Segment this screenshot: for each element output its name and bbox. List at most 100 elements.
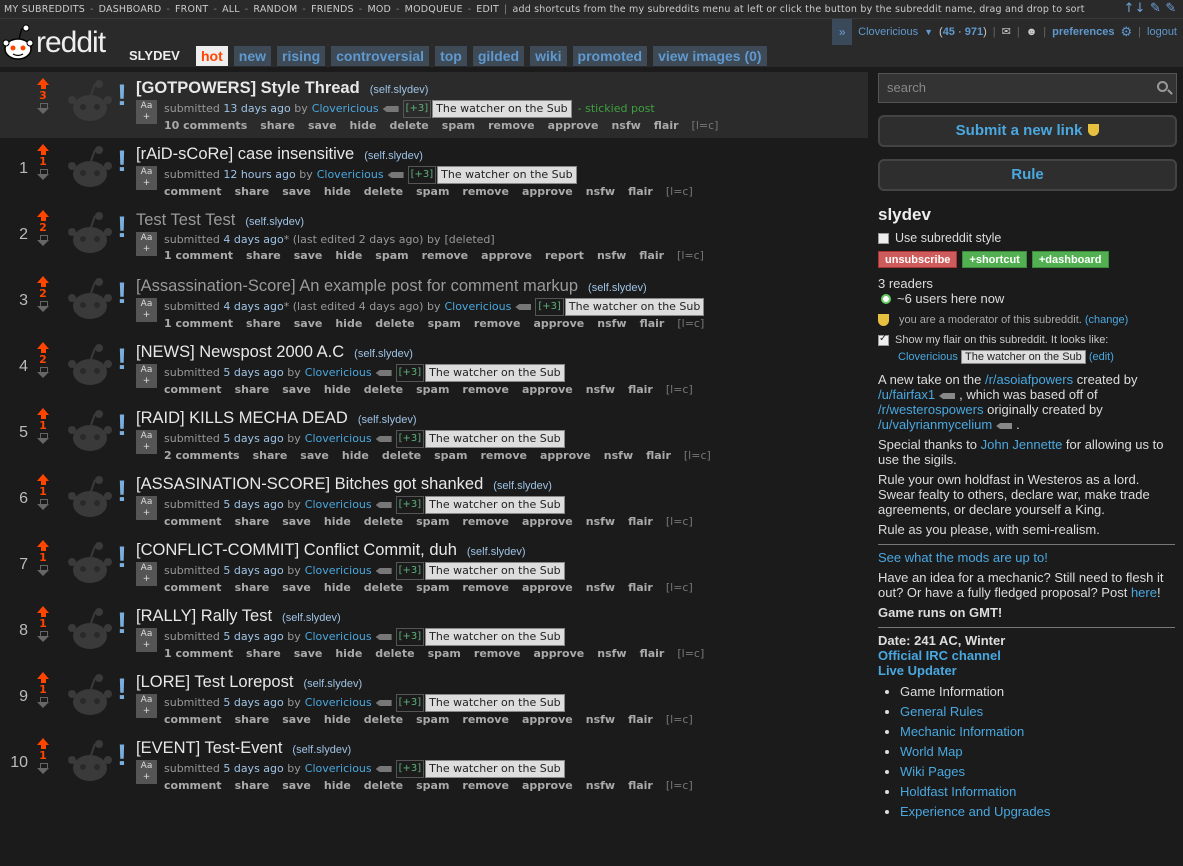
upvote-arrow-icon[interactable]	[35, 408, 51, 419]
expand-text-button[interactable]: Aa +	[136, 496, 157, 520]
post-save-button[interactable]: save	[294, 317, 323, 330]
downvote-arrow-icon[interactable]	[37, 235, 49, 247]
post-hide-button[interactable]: hide	[324, 581, 351, 594]
post-delete-button[interactable]: delete	[364, 383, 403, 396]
chevron-down-icon[interactable]: ▼	[924, 19, 933, 45]
post-author[interactable]: Clovericious	[444, 299, 511, 315]
expand-text-button[interactable]: Aa +	[136, 232, 157, 256]
sidebar-link[interactable]: Wiki Pages	[900, 762, 1175, 782]
post-flair-button[interactable]: flair	[639, 249, 664, 262]
reddit-alien-logo[interactable]	[2, 23, 34, 63]
tab-view[interactable]: view images (0)	[653, 46, 767, 66]
tag-icon[interactable]	[387, 172, 404, 178]
post-nsfw-button[interactable]: nsfw	[597, 647, 626, 660]
post-spam-button[interactable]: spam	[416, 515, 449, 528]
expand-text-button[interactable]: Aa +	[136, 694, 157, 718]
search-input[interactable]: search	[878, 73, 1177, 103]
post-delete-button[interactable]: delete	[364, 515, 403, 528]
post-spam-button[interactable]: spam	[416, 713, 449, 726]
tag-icon[interactable]	[375, 766, 392, 772]
post-approve-button[interactable]: approve	[533, 647, 584, 660]
post-author[interactable]: Clovericious	[305, 431, 372, 447]
post-approve-button[interactable]: approve	[522, 383, 573, 396]
default-thumbnail-icon[interactable]	[66, 606, 114, 654]
post-share-button[interactable]: share	[235, 383, 270, 396]
post-approve-button[interactable]: approve	[540, 449, 591, 462]
post-remove-button[interactable]: remove	[462, 713, 509, 726]
upvote-arrow-icon[interactable]	[35, 606, 51, 617]
post-flair-button[interactable]: flair	[628, 515, 653, 528]
username[interactable]: Clovericious	[858, 19, 918, 45]
irc-link[interactable]: Official IRC channel	[878, 648, 1175, 663]
post-flair-button[interactable]: flair	[628, 581, 653, 594]
sidebar-link[interactable]: Mechanic Information	[900, 722, 1175, 742]
post-author[interactable]: Clovericious	[305, 563, 372, 579]
link-comment-toggle[interactable]: [l=c]	[666, 185, 693, 198]
default-thumbnail-icon[interactable]	[66, 78, 114, 126]
post-flair-button[interactable]: flair	[640, 647, 665, 660]
post-remove-button[interactable]: remove	[488, 119, 535, 132]
default-thumbnail-icon[interactable]	[66, 408, 114, 456]
post-remove-button[interactable]: remove	[462, 779, 509, 792]
tab-hot[interactable]: hot	[196, 46, 228, 66]
change-link[interactable]: (change)	[1085, 314, 1128, 326]
post-author[interactable]: Clovericious	[305, 497, 372, 513]
default-thumbnail-icon[interactable]	[66, 738, 114, 786]
link-comment-toggle[interactable]: [l=c]	[677, 249, 704, 262]
modmail-icon[interactable]: ☻	[1026, 19, 1038, 45]
post-domain[interactable]: (self.slydev)	[588, 282, 647, 294]
preferences-link[interactable]: preferences	[1052, 19, 1114, 45]
tag-icon[interactable]	[996, 423, 1013, 429]
post-approve-button[interactable]: approve	[522, 581, 573, 594]
post-remove-button[interactable]: remove	[422, 249, 469, 262]
post-flair-button[interactable]: flair	[628, 383, 653, 396]
post-nsfw-button[interactable]: nsfw	[604, 449, 633, 462]
post-nsfw-button[interactable]: nsfw	[586, 383, 615, 396]
link-comment-toggle[interactable]: [l=c]	[677, 647, 704, 660]
expand-arrows-icon[interactable]: »	[832, 19, 853, 45]
post-save-button[interactable]: save	[294, 249, 323, 262]
sidebar-link[interactable]: Game Information	[900, 682, 1175, 702]
link-comment-toggle[interactable]: [l=c]	[666, 515, 693, 528]
comments-link[interactable]: 2 comments	[164, 449, 240, 462]
sr-bar-my-subreddits[interactable]: MY SUBREDDITS	[4, 4, 85, 15]
post-flair-button[interactable]: flair	[646, 449, 671, 462]
default-thumbnail-icon[interactable]	[66, 276, 114, 324]
post-save-button[interactable]: save	[282, 713, 311, 726]
post-domain[interactable]: (self.slydev)	[303, 678, 362, 690]
post-save-button[interactable]: save	[282, 779, 311, 792]
post-save-button[interactable]: save	[294, 647, 323, 660]
downvote-arrow-icon[interactable]	[37, 763, 49, 775]
post-approve-button[interactable]: approve	[548, 119, 599, 132]
default-thumbnail-icon[interactable]	[66, 144, 114, 192]
post-title[interactable]: [rAiD-sCoRe] case insensitive (self.slyde…	[136, 144, 868, 166]
tab-rising[interactable]: rising	[277, 46, 326, 66]
post-flair-button[interactable]: flair	[628, 779, 653, 792]
post-author[interactable]: Clovericious	[317, 167, 384, 183]
post-delete-button[interactable]: delete	[389, 119, 428, 132]
tag-icon[interactable]	[382, 106, 399, 112]
tab-top[interactable]: top	[435, 46, 467, 66]
sidebar-link[interactable]: Experience and Upgrades	[900, 802, 1175, 822]
post-delete-button[interactable]: delete	[364, 779, 403, 792]
post-author[interactable]: Clovericious	[305, 695, 372, 711]
link-comment-toggle[interactable]: [l=c]	[666, 713, 693, 726]
post-spam-button[interactable]: spam	[416, 581, 449, 594]
post-spam-button[interactable]: spam	[428, 647, 461, 660]
link-comment-toggle[interactable]: [l=c]	[666, 383, 693, 396]
tag-icon[interactable]	[375, 568, 392, 574]
post-save-button[interactable]: save	[282, 515, 311, 528]
tab-controversial[interactable]: controversial	[331, 46, 430, 66]
post-title[interactable]: Test Test Test (self.slydev)	[136, 210, 868, 232]
post-save-button[interactable]: save	[282, 185, 311, 198]
expand-text-button[interactable]: Aa +	[136, 364, 157, 388]
unsubscribe-button[interactable]: unsubscribe	[878, 251, 958, 268]
post-share-button[interactable]: share	[246, 317, 281, 330]
submit-link-button[interactable]: Submit a new link	[878, 115, 1177, 147]
post-title[interactable]: [EVENT] Test-Event (self.slydev)	[136, 738, 868, 760]
dashboard-button[interactable]: +dashboard	[1031, 251, 1109, 268]
mail-icon[interactable]: ✉	[1002, 19, 1011, 45]
post-domain[interactable]: (self.slydev)	[292, 744, 351, 756]
link-john-jennette[interactable]: John Jennette	[981, 437, 1063, 452]
sr-bar-all[interactable]: ALL	[222, 4, 240, 15]
